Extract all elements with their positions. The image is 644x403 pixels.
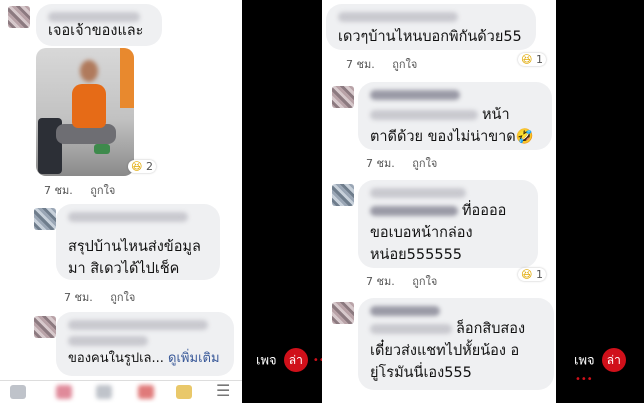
commenter-avatar[interactable] — [332, 184, 354, 206]
friends-tab-icon[interactable] — [56, 385, 72, 399]
reaction-badge[interactable]: 😆 1 — [518, 53, 546, 66]
watermark-word: เพจ — [256, 353, 277, 369]
comment-text: เดี๋ยวส่งแชทไปหั้ยน้อง อ — [370, 343, 520, 359]
watermark-mark: ล่า — [283, 348, 308, 372]
reaction-count: 1 — [535, 268, 543, 281]
see-more-link[interactable]: ดูเพิ่มเติม — [168, 351, 219, 366]
commenter-name-blurred[interactable] — [68, 320, 208, 330]
comment-meta: 7 ชม. ถูกใจ — [44, 181, 129, 199]
comment-time: 7 ชม. — [346, 58, 375, 71]
commenter-name-blurred[interactable] — [370, 188, 466, 198]
haha-reaction-icon: 😆 — [521, 53, 533, 66]
comment-text: เดวๆบ้านไหนบอกพิกันด้วย55 — [338, 29, 522, 45]
commenter-name-blurred[interactable] — [68, 212, 188, 222]
watermark-logo: เพจ ล่า ••• — [256, 348, 331, 372]
comment-bubble[interactable]: ล็อกสิบสอง เดี๋ยวส่งแชทไปหั้ยน้อง อ ยู่โ… — [358, 298, 554, 390]
commenter-avatar[interactable] — [332, 302, 354, 324]
haha-reaction-icon: 😆 — [131, 160, 143, 173]
reaction-badge[interactable]: 😆 2 — [128, 160, 156, 173]
comment-text: ยู่โรมันนี่เอง555 — [370, 365, 472, 381]
comment-time: 7 ชม. — [44, 184, 73, 197]
like-link[interactable]: ถูกใจ — [412, 275, 437, 288]
comment-text: ตาดีด้วย ของไม่น่าขาด🤣 — [370, 129, 534, 145]
tagged-name-blurred[interactable] — [370, 206, 458, 216]
comment-bubble[interactable]: เดวๆบ้านไหนบอกพิกันด้วย55 — [326, 4, 536, 50]
comment-meta: 7 ชม. ถูกใจ — [366, 272, 451, 290]
right-comment-screenshot: เดวๆบ้านไหนบอกพิกันด้วย55 😆 1 7 ชม. ถูกใ… — [322, 0, 556, 403]
watermark-dots: ••• — [575, 374, 593, 385]
comment-text: ของคนในรูปเล... — [68, 351, 164, 366]
comment-time: 7 ชม. — [366, 275, 395, 288]
comment-meta: 7 ชม. ถูกใจ — [366, 154, 451, 172]
comment-text: หน้า — [482, 107, 510, 123]
comment-meta: 7 ชม. ถูกใจ — [346, 55, 431, 73]
like-link[interactable]: ถูกใจ — [412, 157, 437, 170]
commenter-avatar[interactable] — [8, 6, 30, 28]
comment-bubble[interactable]: หน้า ตาดีด้วย ของไม่น่าขาด🤣 — [358, 82, 552, 150]
comment-time: 7 ชม. — [64, 291, 93, 304]
left-comment-screenshot: เจอเจ้าของและ 😆 2 7 ชม. ถูกใจ สรุปบ้านไห… — [0, 0, 242, 403]
watermark-word: เพจ — [574, 353, 595, 369]
comment-text: ที่ออออ — [462, 203, 507, 219]
profile-tab-icon[interactable] — [176, 385, 192, 399]
watermark-mark: ล่า — [601, 348, 626, 372]
commenter-name-blurred[interactable] — [338, 12, 458, 22]
bottom-tab-bar: ☰ — [0, 380, 242, 403]
watermark-logo: เพจ ล่า ••• — [574, 348, 644, 387]
reaction-badge[interactable]: 😆 1 — [518, 268, 546, 281]
like-link[interactable]: ถูกใจ — [110, 291, 135, 304]
reaction-count: 2 — [145, 160, 153, 173]
watch-tab-icon[interactable] — [96, 385, 112, 399]
comment-text: เจอเจ้าของและ — [48, 23, 144, 39]
comment-text: ล็อกสิบสอง — [456, 321, 526, 337]
tagged-name-blurred[interactable] — [370, 324, 452, 334]
comment-meta: 7 ชม. ถูกใจ — [64, 288, 149, 306]
commenter-name-blurred[interactable] — [370, 306, 440, 316]
commenter-avatar[interactable] — [34, 208, 56, 230]
like-link[interactable]: ถูกใจ — [392, 58, 417, 71]
comment-time: 7 ชม. — [366, 157, 395, 170]
tagged-name-blurred[interactable] — [370, 110, 478, 120]
home-tab-icon[interactable] — [10, 385, 26, 399]
commenter-name-blurred[interactable] — [370, 90, 460, 100]
commenter-avatar[interactable] — [332, 86, 354, 108]
comment-text: ขอเบอหน้ากล่อง — [370, 225, 473, 241]
commenter-subtitle-blurred[interactable] — [68, 336, 148, 346]
comment-bubble[interactable]: ที่ออออ ขอเบอหน้ากล่อง หน่อย555555 — [358, 180, 538, 268]
notifications-tab-icon[interactable] — [138, 385, 154, 399]
comment-text: หน่อย555555 — [370, 247, 463, 263]
like-link[interactable]: ถูกใจ — [90, 184, 115, 197]
comment-bubble[interactable]: ของคนในรูปเล... ดูเพิ่มเติม — [56, 312, 234, 376]
commenter-avatar[interactable] — [34, 316, 56, 338]
comment-bubble[interactable]: สรุปบ้านไหนส่งข้อมูลมา สิเดวได้ไปเช็ค — [56, 204, 220, 280]
menu-icon[interactable]: ☰ — [216, 383, 230, 399]
reaction-count: 1 — [535, 53, 543, 66]
comment-text: สรุปบ้านไหนส่งข้อมูลมา สิเดวได้ไปเช็ค — [68, 239, 201, 277]
haha-reaction-icon: 😆 — [521, 268, 533, 281]
comment-photo[interactable] — [36, 48, 134, 176]
